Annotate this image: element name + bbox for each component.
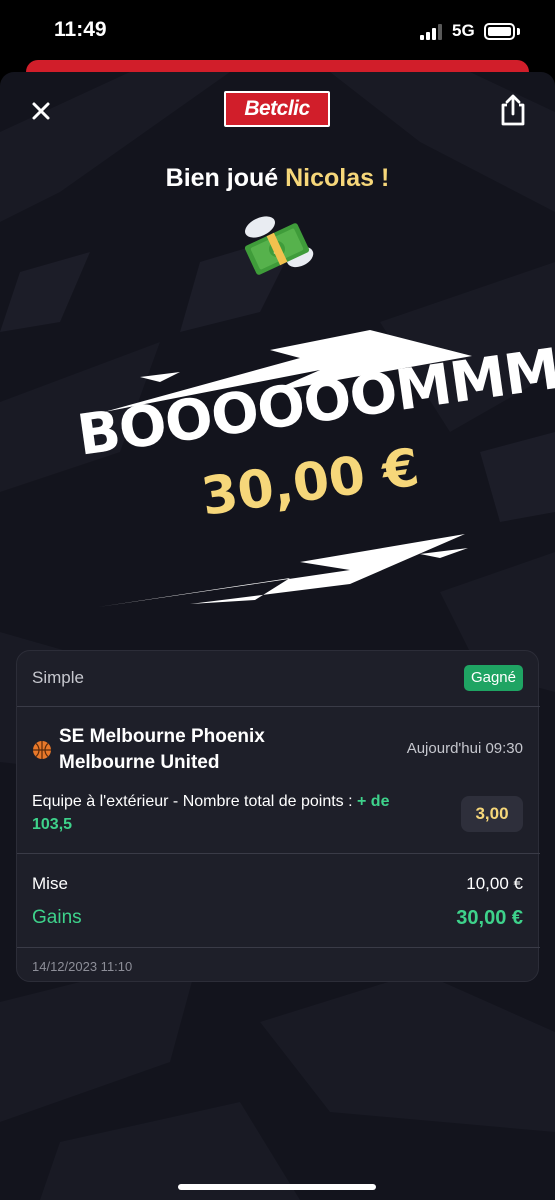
bet-placed-date: 14/12/2023 11:10 (32, 959, 133, 974)
market-text: Equipe à l'extérieur - Nombre total de p… (32, 793, 357, 810)
close-button[interactable] (26, 96, 56, 126)
money-with-wings-icon: $ (244, 216, 314, 275)
gains-label: Gains (32, 907, 82, 928)
status-bar: 11:49 5G (0, 0, 555, 62)
cellular-signal-icon (420, 24, 444, 40)
bet-slip-card: Simple Gagné SE Melbourne Phoenix Melbou… (16, 650, 540, 982)
celebration-banner: BOOOOOOMMMMM 30,00 € (0, 322, 555, 622)
share-button[interactable] (496, 92, 530, 128)
basketball-icon (33, 741, 51, 759)
share-icon (501, 94, 525, 126)
close-icon (32, 102, 50, 120)
divider (17, 706, 540, 707)
logo-text: Betclic (244, 97, 310, 120)
battery-icon (484, 23, 515, 40)
gains-value: 30,00 € (456, 907, 523, 929)
win-modal-sheet: Betclic Bien joué Nicolas ! $ BOOOOOOMMM… (0, 72, 555, 1200)
odds-value: 3,00 (461, 796, 523, 832)
status-time: 11:49 (54, 18, 107, 41)
market-description: Equipe à l'extérieur - Nombre total de p… (32, 790, 392, 836)
bet-type: Simple (32, 668, 84, 687)
status-badge: Gagné (463, 665, 523, 691)
divider (17, 947, 540, 948)
team-away: Melbourne United (59, 752, 220, 773)
home-indicator[interactable] (178, 1184, 376, 1190)
greeting-name: Nicolas ! (285, 164, 390, 192)
divider (17, 853, 540, 854)
network-type: 5G (452, 21, 475, 40)
greeting-prefix: Bien joué (165, 164, 286, 192)
team-home: SE Melbourne Phoenix (59, 726, 265, 747)
match-time: Aujourd'hui 09:30 (406, 740, 523, 757)
betclic-logo: Betclic (224, 91, 330, 127)
stake-label: Mise (32, 874, 68, 893)
greeting: Bien joué Nicolas ! (0, 164, 555, 193)
stake-value: 10,00 € (466, 874, 523, 893)
